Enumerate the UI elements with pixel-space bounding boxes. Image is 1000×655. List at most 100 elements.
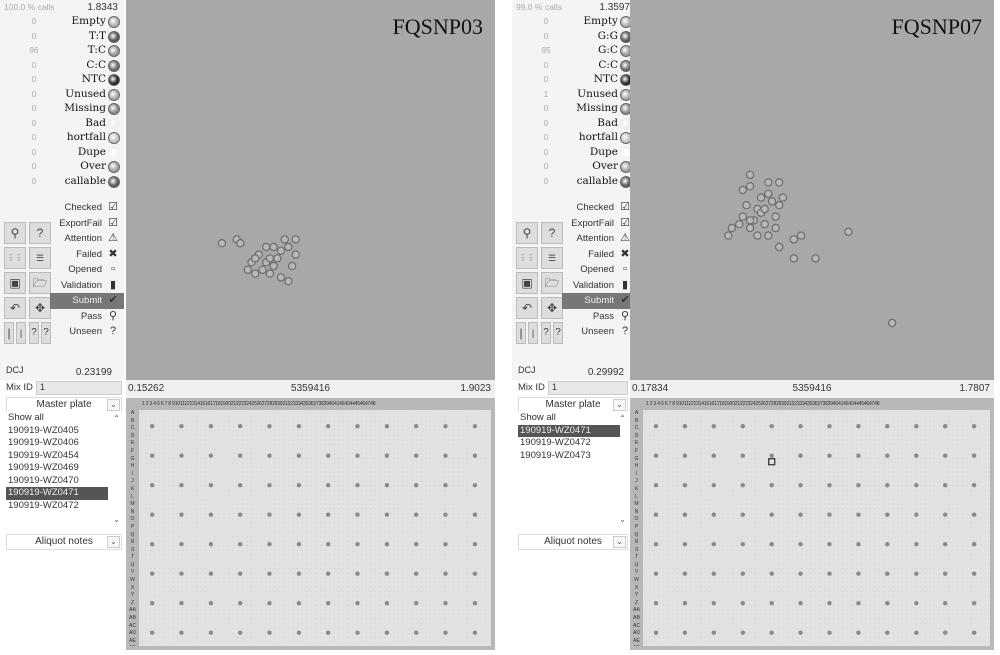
plate-well[interactable] xyxy=(443,542,448,547)
status-filter-pass[interactable]: Pass ⚲ xyxy=(50,309,124,325)
plate-well[interactable] xyxy=(267,483,272,488)
status-filter-checked[interactable]: Checked ☑ xyxy=(562,200,636,216)
plate-well[interactable] xyxy=(943,601,948,606)
plate-well[interactable] xyxy=(769,483,774,488)
cluster-point[interactable] xyxy=(764,178,773,187)
plate-well[interactable] xyxy=(711,483,716,488)
plate-well[interactable] xyxy=(472,630,478,635)
cluster-point[interactable] xyxy=(284,242,293,252)
call-category-callable[interactable]: 0 callable xyxy=(512,174,636,189)
plate-select[interactable]: Master plate ⌄ xyxy=(6,397,122,413)
plate-well[interactable] xyxy=(914,483,919,488)
plate-well[interactable] xyxy=(208,542,214,547)
opened-icon[interactable]: ▫ xyxy=(106,263,120,276)
plate-well[interactable] xyxy=(682,483,688,488)
cluster-point[interactable] xyxy=(265,269,275,278)
plate-well[interactable] xyxy=(296,453,302,458)
cluster-point[interactable] xyxy=(774,178,784,187)
plate-well[interactable] xyxy=(472,542,478,547)
plate-well[interactable] xyxy=(384,453,390,458)
call-category-t-t[interactable]: 0 T:T xyxy=(0,29,124,44)
plate-well[interactable] xyxy=(150,542,155,547)
plate-well[interactable] xyxy=(267,630,272,635)
plate-well[interactable] xyxy=(414,424,419,429)
plate-well[interactable] xyxy=(150,630,155,635)
plate-well[interactable] xyxy=(914,542,919,547)
zoom-icon[interactable]: ⚲ xyxy=(516,222,538,244)
cluster-point[interactable] xyxy=(745,181,755,191)
plate-well[interactable] xyxy=(296,571,302,576)
plate-well[interactable] xyxy=(267,453,272,458)
plate-well[interactable] xyxy=(711,630,716,635)
plate-list-item[interactable]: Show all xyxy=(6,412,108,425)
status-filter-attention[interactable]: Attention ⚠ xyxy=(50,231,124,247)
status-filter-validation[interactable]: Validation ▮ xyxy=(50,278,124,294)
plate-well[interactable] xyxy=(208,453,214,458)
call-category-g-c[interactable]: 95 G:C xyxy=(512,43,636,58)
cluster-point[interactable] xyxy=(745,216,755,225)
plate-list-item[interactable]: 190919-WZ0472 xyxy=(518,437,620,450)
plate-well[interactable] xyxy=(885,424,890,429)
plate-well[interactable] xyxy=(296,424,302,429)
plate-well[interactable] xyxy=(769,453,774,458)
call-category-callable[interactable]: 0 callable xyxy=(0,174,124,189)
zoom-icon[interactable]: ⚲ xyxy=(4,222,26,244)
plate-list-item[interactable]: 190919-WZ0470 xyxy=(6,475,108,488)
call-color-swatch-icon[interactable] xyxy=(108,16,120,28)
cluster-point[interactable] xyxy=(287,261,297,271)
cluster-point[interactable] xyxy=(738,185,748,195)
plate-well[interactable] xyxy=(885,512,890,517)
plate-well[interactable] xyxy=(238,542,243,547)
plate-wells[interactable] xyxy=(139,410,491,646)
plate-well[interactable] xyxy=(827,453,832,458)
plate-well[interactable] xyxy=(443,601,448,606)
plate-list-item[interactable]: 190919-WZ0473 xyxy=(518,450,620,463)
plate-well[interactable] xyxy=(150,512,155,517)
plate-list-item[interactable]: 190919-WZ0406 xyxy=(6,437,108,450)
cluster-point[interactable] xyxy=(745,170,755,179)
plate-well[interactable] xyxy=(238,630,243,635)
cluster-point[interactable] xyxy=(760,204,769,214)
checked-icon[interactable]: ☑ xyxy=(106,201,120,214)
plate-well[interactable] xyxy=(179,542,184,547)
cluster-point[interactable] xyxy=(789,235,798,244)
status-filter-validation[interactable]: Validation ▮ xyxy=(562,278,636,294)
selected-well-marker[interactable] xyxy=(767,458,776,466)
plate-well[interactable] xyxy=(798,630,803,635)
plate-well[interactable] xyxy=(326,542,331,547)
status-filter-opened[interactable]: Opened ▫ xyxy=(50,262,124,278)
plate-well[interactable] xyxy=(208,512,214,517)
plate-select[interactable]: Master plate ⌄ xyxy=(518,397,628,413)
column-alt-icon[interactable]: | xyxy=(528,322,538,344)
plate-well[interactable] xyxy=(414,630,419,635)
plate-well[interactable] xyxy=(711,512,716,517)
plate-well[interactable] xyxy=(740,630,745,635)
plate-list[interactable]: Show all 190919-WZ0405 190919-WZ0406 190919… xyxy=(6,412,122,528)
call-category-dupe[interactable]: 0 Dupe xyxy=(0,145,124,160)
plate-well[interactable] xyxy=(943,630,948,635)
plate-well[interactable] xyxy=(856,512,861,517)
call-category-bad[interactable]: 0 Bad xyxy=(512,116,636,131)
cluster-point[interactable] xyxy=(771,212,780,221)
plate-list-item[interactable]: Show all xyxy=(518,412,620,425)
plate-well[interactable] xyxy=(326,483,331,488)
plate-well[interactable] xyxy=(971,512,977,517)
call-color-swatch-icon[interactable] xyxy=(108,74,120,86)
cluster-point[interactable] xyxy=(236,238,245,248)
notes-select[interactable]: Aliquot notes ⌄ xyxy=(6,534,122,550)
plate-well[interactable] xyxy=(296,542,302,547)
call-color-swatch-icon[interactable] xyxy=(108,146,120,159)
plate-well[interactable] xyxy=(740,483,745,488)
plate-well[interactable] xyxy=(798,424,803,429)
plate-well[interactable] xyxy=(355,483,360,488)
plate-well[interactable] xyxy=(414,483,419,488)
plate-well[interactable] xyxy=(769,512,774,517)
scroll-down-icon[interactable]: ⌄ xyxy=(619,515,626,524)
call-color-swatch-icon[interactable] xyxy=(108,88,120,101)
plate-well[interactable] xyxy=(150,571,155,576)
plate-well[interactable] xyxy=(885,453,890,458)
plate-list-item[interactable]: 190919-WZ0405 xyxy=(6,425,108,438)
call-category-missing[interactable]: 0 Missing xyxy=(512,101,636,116)
status-filter-attention[interactable]: Attention ⚠ xyxy=(562,231,636,247)
cluster-point[interactable] xyxy=(276,246,286,255)
